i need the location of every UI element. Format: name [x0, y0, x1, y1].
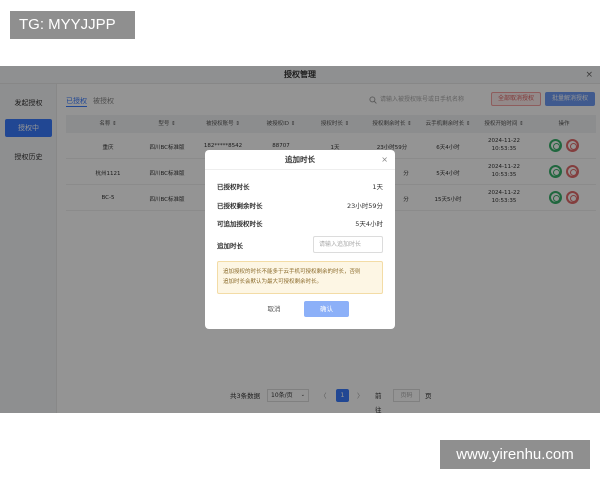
warning-notice: 追加授权的时长不能多于云手机可授权剩余的时长，否则 追加时长会默认为最大可授权剩…: [217, 261, 383, 294]
tg-watermark-label: TG: MYYJJPP: [10, 11, 135, 39]
warning-text-line: 追加时长会默认为最大可授权剩余时长。: [223, 279, 323, 285]
site-watermark-label: www.yirenhu.com: [440, 440, 590, 469]
cancel-button[interactable]: 取消: [258, 302, 290, 316]
extendable-duration-value: 5天4小时: [355, 220, 383, 228]
dialog-title: 追加时长: [205, 150, 395, 170]
authorized-duration-value: 1天: [372, 183, 383, 191]
dialog-close-icon[interactable]: ×: [381, 150, 388, 170]
remaining-duration-value: 23小时59分: [346, 202, 383, 210]
extendable-duration-row: 可追加授权时长 5天4小时: [217, 218, 383, 230]
authorized-duration-row: 已授权时长 1天: [217, 181, 383, 193]
confirm-button[interactable]: 确认: [304, 301, 349, 317]
extend-duration-dialog: 追加时长 × 已授权时长 1天 已授权剩余时长 23小时59分 可追加授权时长 …: [205, 150, 395, 329]
authorized-duration-label: 已授权时长: [217, 183, 250, 191]
remaining-duration-row: 已授权剩余时长 23小时59分: [217, 200, 383, 212]
remaining-duration-label: 已授权剩余时长: [217, 202, 263, 210]
extend-duration-input[interactable]: 请输入追加时长: [313, 236, 383, 253]
authorization-manager-window: 授权管理 × 发起授权 授权中 授权历史 已授权 被授权 请输入被授权账号或日手…: [0, 66, 600, 413]
extendable-duration-label: 可追加授权时长: [217, 220, 263, 228]
warning-text-line: 追加授权的时长不能多于云手机可授权剩余的时长，否则: [223, 269, 361, 275]
extend-duration-label: 追加时长: [217, 242, 243, 250]
screenshot-stage: 授权管理 × 发起授权 授权中 授权历史 已授权 被授权 请输入被授权账号或日手…: [0, 0, 600, 480]
